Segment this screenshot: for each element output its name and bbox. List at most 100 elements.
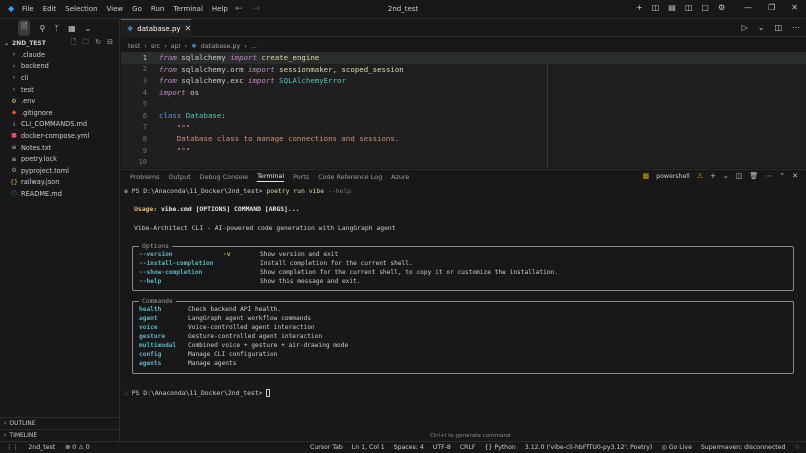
code-line[interactable]: 4 import os	[121, 87, 806, 99]
code-line[interactable]: 6 class Database:	[121, 110, 806, 122]
chevron-down-icon[interactable]: ⌄	[723, 172, 729, 180]
shell-name[interactable]: powershell	[656, 173, 690, 180]
chevron-right-icon: ›	[12, 51, 16, 59]
tree-folder-backend[interactable]: › backend	[0, 61, 119, 73]
close-window-icon[interactable]: ✕	[791, 3, 798, 12]
menu-help[interactable]: Help	[212, 5, 228, 13]
tab-debug-console[interactable]: Debug Console	[200, 173, 248, 181]
explorer-root-header[interactable]: ⌄ 2ND_TEST 🗋 🗀 ↻ ⊟	[0, 37, 119, 49]
toggle-secondary-sidebar-icon[interactable]: ◫	[685, 3, 693, 12]
tab-azure[interactable]: Azure	[391, 173, 409, 181]
status-project[interactable]: 2nd_test	[28, 444, 55, 451]
tree-file-cli-commands[interactable]: ↓ CLI_COMMANDS.md	[0, 119, 119, 131]
tree-folder-test[interactable]: › test	[0, 84, 119, 96]
status-cursor-tab[interactable]: Cursor Tab	[310, 444, 343, 451]
new-folder-icon[interactable]: 🗀	[82, 38, 89, 49]
terminal-input-line[interactable]: ○ PS D:\Anaconda\11_Docker\2nd_test>	[124, 389, 271, 397]
timeline-section[interactable]: › TIMELINE	[0, 429, 120, 441]
minimize-icon[interactable]: —	[744, 3, 752, 12]
menu-terminal[interactable]: Terminal	[173, 5, 203, 13]
breadcrumb-symbol[interactable]: ...	[251, 42, 257, 50]
menu-edit[interactable]: Edit	[43, 5, 57, 13]
notifications-bell-icon[interactable]: ♢	[794, 444, 800, 451]
customize-layout-icon[interactable]: ▢	[701, 3, 709, 12]
menu-run[interactable]: Run	[151, 5, 164, 13]
files-icon[interactable]: 🗎	[18, 20, 31, 36]
status-golive[interactable]: ◎ Go Live	[661, 444, 692, 451]
status-encoding[interactable]: UTF-8	[433, 444, 451, 451]
run-icon[interactable]: ▷	[742, 23, 748, 32]
new-terminal-icon[interactable]: +	[710, 172, 716, 180]
search-icon[interactable]: ⚲	[39, 24, 45, 33]
code-line[interactable]: 8 Database class to manage connections a…	[121, 133, 806, 145]
problems-indicator[interactable]: ⊗ 0 ⚠ 0	[65, 444, 90, 451]
new-file-icon[interactable]: 🗋	[71, 38, 77, 49]
menu-selection[interactable]: Selection	[65, 5, 97, 13]
tree-file-gitignore[interactable]: ◆ .gitignore	[0, 107, 119, 119]
code-line[interactable]: 5	[121, 98, 806, 110]
code-line[interactable]: 3 from sqlalchemy.exc import SQLAlchemyE…	[121, 75, 806, 87]
code-line[interactable]: 2 from sqlalchemy.orm import sessionmake…	[121, 64, 806, 76]
code-line[interactable]: 9 """	[121, 145, 806, 157]
tree-folder-claude[interactable]: › .claude	[0, 49, 119, 61]
code-line[interactable]: 1 from sqlalchemy import create_engine	[121, 52, 806, 64]
restore-icon[interactable]: ❐	[768, 3, 775, 12]
tab-terminal[interactable]: Terminal	[257, 172, 285, 182]
trash-icon[interactable]: 🗑	[749, 172, 758, 180]
tab-output[interactable]: Output	[168, 173, 190, 181]
tree-file-notes[interactable]: ≡ Notes.txt	[0, 142, 119, 154]
split-terminal-icon[interactable]: ◫	[736, 172, 743, 180]
outline-section[interactable]: › OUTLINE	[0, 417, 120, 429]
code-line[interactable]: 7 """	[121, 122, 806, 134]
chevron-down-icon[interactable]: ⌄	[758, 23, 765, 32]
close-tab-icon[interactable]: ✕	[185, 24, 192, 33]
status-interpreter[interactable]: 3.12.0 ('vibe-cli-hbFfTU0-py3.12': Poetr…	[525, 444, 653, 451]
tree-file-readme[interactable]: ⓘ README.md	[0, 188, 119, 200]
code-editor[interactable]: 1 from sqlalchemy import create_engine 2…	[121, 52, 806, 168]
breadcrumb-test[interactable]: test	[128, 42, 140, 50]
settings-gear-icon[interactable]: ⚙	[718, 3, 725, 12]
more-actions-icon[interactable]: ⋯	[765, 172, 772, 180]
tree-file-env[interactable]: ⚙ .env	[0, 95, 119, 107]
remote-icon[interactable]: ⋮⋮	[6, 444, 18, 451]
menu-view[interactable]: View	[107, 5, 124, 13]
tab-database-py[interactable]: ❖ database.py ✕	[121, 19, 191, 37]
command-decoration-icon: ○	[124, 389, 132, 397]
more-actions-icon[interactable]: ⋯	[792, 23, 800, 32]
source-control-icon[interactable]: ᛉ	[54, 24, 59, 33]
status-spaces[interactable]: Spaces: 4	[394, 444, 424, 451]
extensions-icon[interactable]: ▦	[68, 24, 76, 33]
forward-arrow-icon[interactable]: →	[253, 4, 261, 14]
menu-go[interactable]: Go	[132, 5, 142, 13]
tab-ports[interactable]: Ports	[293, 173, 309, 181]
toggle-panel-icon[interactable]: ▤	[668, 3, 676, 12]
breadcrumb-src[interactable]: src	[151, 42, 160, 50]
maximize-panel-icon[interactable]: ⌃	[779, 172, 785, 180]
close-panel-icon[interactable]: ✕	[792, 172, 798, 180]
refresh-icon[interactable]: ↻	[95, 38, 101, 49]
breadcrumb-file[interactable]: database.py	[201, 42, 241, 50]
back-arrow-icon[interactable]: ←	[235, 4, 243, 14]
collapse-all-icon[interactable]: ⊟	[107, 38, 113, 49]
tree-folder-cli[interactable]: › cli	[0, 72, 119, 84]
tab-code-reference-log[interactable]: Code Reference Log	[318, 173, 382, 181]
tree-file-railway-json[interactable]: {} railway.json	[0, 177, 119, 189]
add-icon[interactable]: +	[636, 3, 643, 12]
commands-title: Commands	[139, 297, 176, 305]
split-editor-icon[interactable]: ◫	[774, 23, 782, 32]
line-number: 2	[142, 65, 147, 74]
tree-file-pyproject[interactable]: ⚙ pyproject.toml	[0, 165, 119, 177]
tab-problems[interactable]: Problems	[130, 173, 159, 181]
status-eol[interactable]: CRLF	[460, 444, 476, 451]
menu-file[interactable]: File	[22, 5, 34, 13]
tree-file-poetry-lock[interactable]: ≡ poetry.lock	[0, 153, 119, 165]
code-line[interactable]: 10	[121, 156, 806, 168]
status-supermaven[interactable]: Supermaven: disconnected	[701, 444, 786, 451]
tree-file-docker-compose[interactable]: ■ docker-compose.yml	[0, 130, 119, 142]
status-language[interactable]: {} Python	[485, 444, 516, 451]
toggle-sidebar-icon[interactable]: ◫	[652, 3, 660, 12]
status-position[interactable]: Ln 1, Col 1	[352, 444, 385, 451]
breadcrumb-api[interactable]: api	[171, 42, 181, 50]
chevron-down-icon[interactable]: ⌄	[85, 24, 92, 33]
chevron-right-icon: ›	[4, 432, 7, 439]
